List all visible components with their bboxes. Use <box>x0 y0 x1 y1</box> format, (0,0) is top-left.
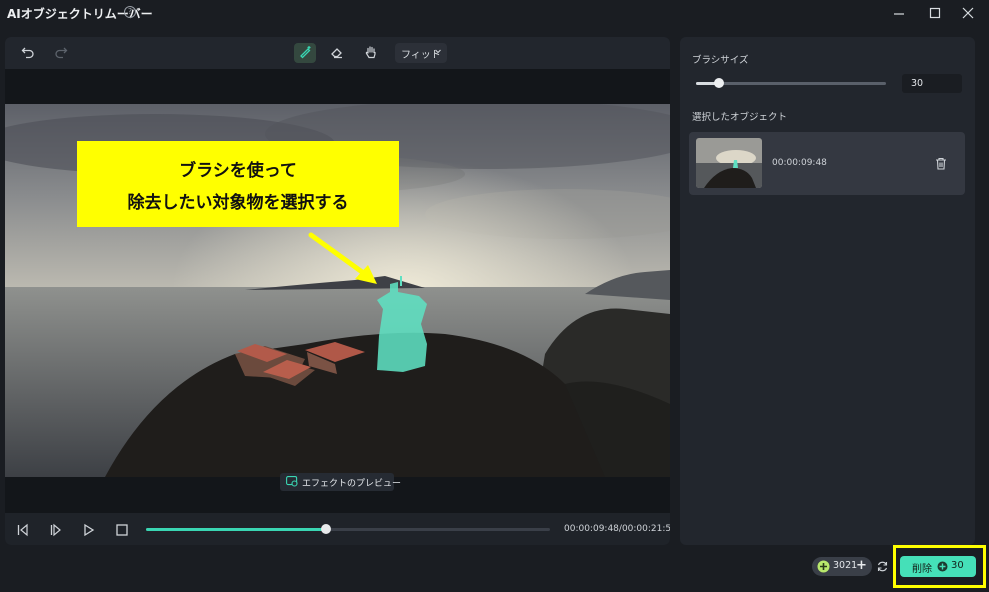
selected-objects-label: 選択したオブジェクト <box>692 112 788 123</box>
object-item[interactable]: 00:00:09:48 <box>689 132 965 195</box>
chevron-down-icon <box>435 49 441 54</box>
annotation-line-1: ブラシを使って <box>179 161 297 181</box>
playback-bar: 00:00:09:48/00:00:21:57 <box>5 513 670 545</box>
object-thumbnail <box>696 138 762 188</box>
hand-icon[interactable] <box>360 43 382 63</box>
delete-button[interactable]: 削除 30 <box>900 556 976 577</box>
preview-label: エフェクトのプレビュー <box>302 479 402 489</box>
timecode: 00:00:09:48/00:00:21:57 <box>564 524 670 534</box>
timeline-scrubber[interactable] <box>320 524 331 534</box>
preview-icon <box>286 476 298 487</box>
credits-pill[interactable]: 3021 + <box>812 557 872 576</box>
refresh-icon[interactable] <box>876 560 889 573</box>
redo-icon[interactable] <box>50 43 72 63</box>
brush-size-input[interactable] <box>902 74 962 93</box>
help-circle-icon[interactable]: ? <box>124 6 136 18</box>
title-bar: AIオブジェクトリムーバー ? <box>0 0 989 26</box>
annotation-box: ブラシを使って 除去したい対象物を選択する <box>77 141 399 227</box>
stop-icon[interactable] <box>114 522 130 538</box>
undo-icon[interactable] <box>17 43 39 63</box>
brush-size-slider[interactable] <box>696 78 886 88</box>
fit-dropdown[interactable]: フィット <box>395 43 447 63</box>
brush-size-knob[interactable] <box>713 78 724 88</box>
close-icon[interactable] <box>958 4 978 22</box>
timeline-progress <box>146 528 326 531</box>
credit-coin-icon <box>937 561 948 572</box>
play-icon[interactable] <box>81 522 97 538</box>
add-credits-icon[interactable]: + <box>856 558 867 573</box>
brush-icon[interactable] <box>294 43 316 63</box>
brush-size-label: ブラシサイズ <box>692 55 749 66</box>
settings-panel: ブラシサイズ 選択したオブジェクト 00:00:09:48 <box>680 37 975 545</box>
credits-value: 3021 <box>833 560 858 571</box>
editor-toolbar: フィット <box>5 37 670 69</box>
annotation-line-2: 除去したい対象物を選択する <box>127 193 349 213</box>
next-frame-icon[interactable] <box>48 522 64 538</box>
minimize-icon[interactable] <box>889 4 909 22</box>
editor-panel: フィット ブラシを使って 除去したい対象物を選択する エフェクトのプレビュー 0… <box>5 37 670 545</box>
prev-frame-icon[interactable] <box>15 522 31 538</box>
timeline-track[interactable] <box>146 524 550 534</box>
annotation-arrow-icon <box>308 232 377 284</box>
preview-badge[interactable]: エフェクトのプレビュー <box>280 473 401 491</box>
maximize-icon[interactable] <box>925 4 945 22</box>
delete-cost: 30 <box>951 560 964 571</box>
object-time: 00:00:09:48 <box>772 158 827 168</box>
trash-icon[interactable] <box>934 156 948 171</box>
credit-coin-icon <box>817 560 830 573</box>
eraser-icon[interactable] <box>326 43 348 63</box>
delete-label: 削除 <box>912 564 932 575</box>
